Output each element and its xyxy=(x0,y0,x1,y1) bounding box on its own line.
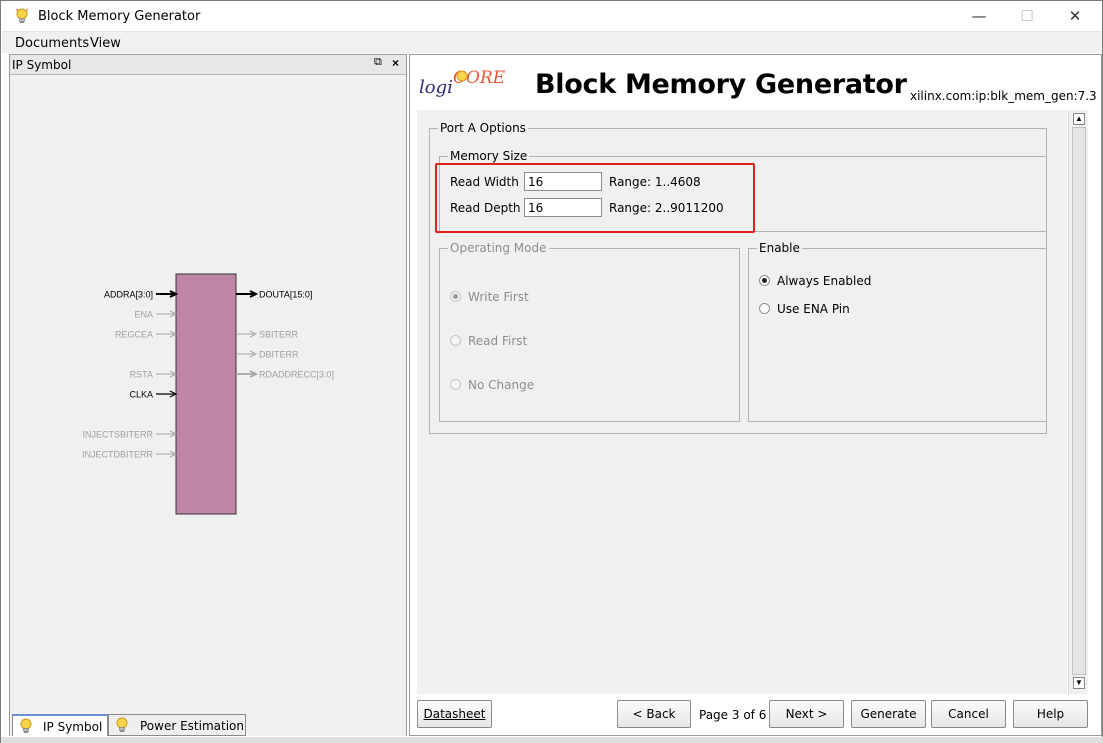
group-legend: Enable xyxy=(757,241,802,255)
use-ena-pin-label: Use ENA Pin xyxy=(777,302,850,316)
ip-block xyxy=(175,273,237,515)
panel-header: IP Symbol ⧉ × xyxy=(10,55,406,75)
back-label: < Back xyxy=(632,707,676,721)
always-enabled-label: Always Enabled xyxy=(777,274,872,288)
group-legend: Memory Size xyxy=(448,149,530,163)
next-button[interactable]: Next > xyxy=(769,700,844,728)
close-icon[interactable]: × xyxy=(392,56,399,70)
back-button[interactable]: < Back xyxy=(617,700,691,728)
maximize-button[interactable]: ☐ xyxy=(1004,1,1050,31)
ip-symbol-diagram: ADDRA[3:0] ENA REGCEA RSTA CLKA INJECTSBITERR… xyxy=(82,273,334,515)
configuration-panel: logi CORE Block Memory Generator xilinx.… xyxy=(409,54,1102,736)
operating-mode-group: Operating Mode Write First Read First No… xyxy=(439,241,740,422)
cancel-label: Cancel xyxy=(948,707,989,721)
left-panel-tabs: IP Symbol Power Estimation xyxy=(10,712,406,736)
scroll-down-icon[interactable]: ▼ xyxy=(1073,677,1085,689)
highlight-annotation xyxy=(435,163,755,233)
logicore-logo: logi CORE xyxy=(419,68,506,98)
page-title: Block Memory Generator xyxy=(535,69,907,100)
scroll-thumb[interactable] xyxy=(1072,127,1086,675)
menu-bar: Documents View xyxy=(2,31,1102,53)
title-bar[interactable]: Block Memory Generator — ☐ ✕ xyxy=(1,1,1102,31)
pin-label: DOUTA[15:0] xyxy=(259,290,312,300)
pin-label: INJECTDBITERR xyxy=(82,450,154,460)
block-memory-generator-window: Block Memory Generator — ☐ ✕ Documents V… xyxy=(0,0,1103,743)
generate-button[interactable]: Generate xyxy=(851,700,926,728)
page-status: Page 3 of 6 xyxy=(699,708,767,722)
ip-symbol-panel: IP Symbol ⧉ × ADDRA[3:0] ENA REGCEA RSTA CLK… xyxy=(9,54,407,736)
read-first-label: Read First xyxy=(468,334,528,348)
tab-ip-symbol[interactable]: IP Symbol xyxy=(12,714,108,736)
pin-label: RDADDRECC[3:0] xyxy=(259,370,334,380)
generate-label: Generate xyxy=(860,707,917,721)
lightbulb-icon xyxy=(116,717,128,732)
pin-label: ENA xyxy=(134,310,153,320)
use-ena-pin-radio[interactable] xyxy=(759,303,770,314)
vertical-scrollbar[interactable]: ▲ ▼ xyxy=(1068,110,1088,694)
tab-label: Power Estimation xyxy=(140,719,244,733)
next-label: Next > xyxy=(785,707,828,721)
read-first-radio[interactable] xyxy=(450,335,461,346)
pin-label: RSTA xyxy=(130,370,153,380)
pin-label: CLKA xyxy=(129,390,153,400)
cancel-button[interactable]: Cancel xyxy=(931,700,1006,728)
panel-title: IP Symbol xyxy=(12,58,72,72)
restore-icon[interactable]: ⧉ xyxy=(374,56,382,69)
write-first-radio[interactable] xyxy=(450,291,461,302)
pin-label: DBITERR xyxy=(259,350,299,360)
ip-vlnv: xilinx.com:ip:blk_mem_gen:7.3 xyxy=(910,89,1097,103)
tab-label: IP Symbol xyxy=(43,720,103,734)
datasheet-button[interactable]: Datasheet xyxy=(417,700,492,728)
pin-label: INJECTSBITERR xyxy=(82,430,153,440)
pin-label: SBITERR xyxy=(259,330,299,340)
scroll-up-icon[interactable]: ▲ xyxy=(1073,113,1085,125)
enable-group: Enable Always Enabled Use ENA Pin xyxy=(748,241,1047,422)
pin-label: ADDRA[3:0] xyxy=(104,290,153,300)
no-change-radio[interactable] xyxy=(450,379,461,390)
group-legend: Port A Options xyxy=(438,121,528,135)
always-enabled-radio[interactable] xyxy=(759,275,770,286)
lightbulb-icon xyxy=(15,8,29,23)
help-label: Help xyxy=(1036,707,1065,721)
lightbulb-icon xyxy=(20,718,32,733)
pin-label: REGCEA xyxy=(115,330,153,340)
close-button[interactable]: ✕ xyxy=(1052,1,1098,31)
no-change-label: No Change xyxy=(468,378,535,392)
window-title: Block Memory Generator xyxy=(38,9,201,24)
symbol-canvas: ADDRA[3:0] ENA REGCEA RSTA CLKA INJECTSBITERR… xyxy=(10,76,406,716)
group-legend: Operating Mode xyxy=(448,241,549,255)
status-bar xyxy=(1,737,1103,743)
help-button[interactable]: Help xyxy=(1013,700,1088,728)
minimize-button[interactable]: — xyxy=(956,1,1002,31)
datasheet-label: Datasheet xyxy=(423,707,486,721)
tab-power-estimation[interactable]: Power Estimation xyxy=(108,714,246,736)
logo-prefix: logi xyxy=(419,77,453,98)
menu-documents[interactable]: Documents xyxy=(15,36,89,51)
menu-view[interactable]: View xyxy=(90,36,121,51)
write-first-label: Write First xyxy=(468,290,529,304)
